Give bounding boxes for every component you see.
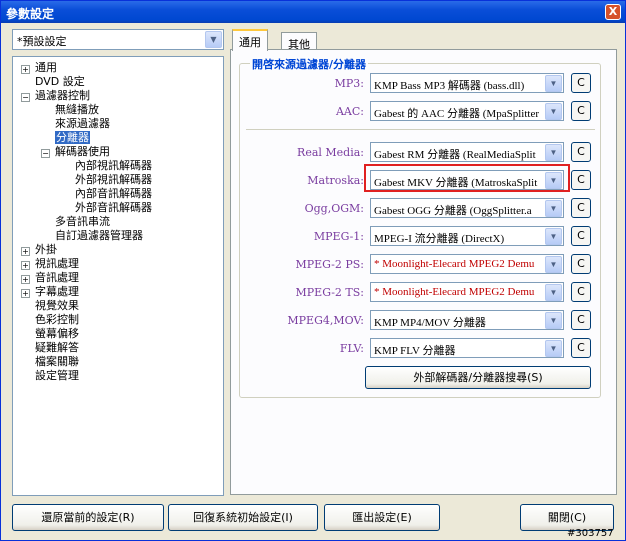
select-mpeg2ts[interactable]: * Moonlight-Elecard MPEG2 Demu ▼ — [370, 282, 564, 302]
expand-icon[interactable]: + — [21, 247, 30, 256]
select-flv[interactable]: KMP FLV 分離器 ▼ — [370, 338, 564, 358]
preferences-window: 參數設定 X *預設設定 ▼ + 通用 DVD 設定 − 過濾器控制 無縫播放 … — [0, 0, 626, 541]
select-mp4mov[interactable]: KMP MP4/MOV 分離器 ▼ — [370, 310, 564, 330]
label-mpeg1: MPEG-1: — [313, 230, 364, 243]
tree-item-custom-filter[interactable]: 自訂過濾器管理器 — [55, 229, 143, 242]
tree-item-dvd[interactable]: DVD 設定 — [35, 75, 85, 88]
config-button-realmedia[interactable]: C — [571, 142, 591, 162]
tree-item-splitter[interactable]: 分離器 — [55, 131, 90, 144]
expand-icon[interactable]: + — [21, 275, 30, 284]
highlight-box — [364, 164, 570, 192]
chevron-down-icon[interactable]: ▼ — [545, 75, 562, 92]
window-title: 參數設定 — [6, 7, 55, 21]
close-button[interactable]: 關閉(C) — [520, 504, 614, 531]
select-flv-value: KMP FLV 分離器 — [374, 345, 456, 357]
config-button-aac[interactable]: C — [571, 101, 591, 121]
title-bar[interactable]: 參數設定 X — [1, 1, 625, 23]
config-button-mpeg2ts[interactable]: C — [571, 282, 591, 302]
config-button-mp3[interactable]: C — [571, 73, 591, 93]
tree-item-external-audio[interactable]: 外部音訊解碼器 — [75, 201, 152, 214]
group-title: 開啓來源過濾器/分離器 — [250, 56, 369, 72]
chevron-down-icon[interactable]: ▼ — [545, 228, 562, 245]
tree-item-source-filter[interactable]: 來源過濾器 — [55, 117, 110, 130]
label-realmedia: Real Media: — [297, 146, 364, 159]
label-ogg: Ogg,OGM: — [304, 202, 364, 215]
tree-item-decoder-use[interactable]: 解碼器使用 — [55, 145, 110, 158]
tree-item-seamless[interactable]: 無縫播放 — [55, 103, 99, 116]
chevron-down-icon[interactable]: ▼ — [545, 312, 562, 329]
chevron-down-icon[interactable]: ▼ — [545, 284, 562, 301]
tree-item-settings-mgmt[interactable]: 設定管理 — [35, 369, 79, 382]
group-separator — [246, 129, 595, 130]
tree-item-multi-audio[interactable]: 多音訊串流 — [55, 215, 110, 228]
tree-item-color[interactable]: 色彩控制 — [35, 313, 79, 326]
config-button-mpeg1[interactable]: C — [571, 226, 591, 246]
tree-item-external-video[interactable]: 外部視訊解碼器 — [75, 173, 152, 186]
label-mp4mov: MPEG4,MOV: — [287, 314, 364, 327]
label-aac: AAC: — [335, 105, 364, 118]
reset-default-button[interactable]: 回復系統初始設定(I) — [168, 504, 318, 531]
label-mp3: MP3: — [334, 77, 364, 90]
config-button-mp4mov[interactable]: C — [571, 310, 591, 330]
expand-icon[interactable]: + — [21, 289, 30, 298]
restore-current-button[interactable]: 還原當前的設定(R) — [12, 504, 164, 531]
preset-value: *預設設定 — [17, 35, 67, 48]
tree-item-file-assoc[interactable]: 檔案關聯 — [35, 355, 79, 368]
label-mpeg2ps: MPEG-2 PS: — [295, 258, 364, 271]
config-button-ogg[interactable]: C — [571, 198, 591, 218]
label-matroska: Matroska: — [307, 174, 364, 187]
select-mpeg1-value: MPEG-I 流分離器 (DirectX) — [374, 233, 505, 245]
settings-tree[interactable]: + 通用 DVD 設定 − 過濾器控制 無縫播放 來源過濾器 分離器 − 解碼器… — [12, 56, 224, 496]
tree-item-internal-audio[interactable]: 內部音訊解碼器 — [75, 187, 152, 200]
preset-dropdown[interactable]: *預設設定 ▼ — [12, 29, 224, 50]
select-mpeg1[interactable]: MPEG-I 流分離器 (DirectX) ▼ — [370, 226, 564, 246]
collapse-icon[interactable]: − — [41, 149, 50, 158]
select-aac-value: Gabest 的 AAC 分離器 (MpaSplitter — [374, 108, 539, 120]
select-mp3[interactable]: KMP Bass MP3 解碼器 (bass.dll) ▼ — [370, 73, 564, 93]
tree-item-filter-control[interactable]: 過濾器控制 — [35, 89, 90, 102]
tree-item-audio[interactable]: 音訊處理 — [35, 271, 79, 284]
chevron-down-icon[interactable]: ▼ — [545, 200, 562, 217]
label-mpeg2ts: MPEG-2 TS: — [295, 286, 364, 299]
select-mpeg2ts-value: * Moonlight-Elecard MPEG2 Demu — [374, 286, 535, 298]
collapse-icon[interactable]: − — [21, 93, 30, 102]
tab-general[interactable]: 通用 — [232, 29, 268, 51]
tree-item-screen-offset[interactable]: 螢幕偏移 — [35, 327, 79, 340]
tree-item-visual-effects[interactable]: 視覺效果 — [35, 299, 79, 312]
select-mp4mov-value: KMP MP4/MOV 分離器 — [374, 317, 486, 329]
chevron-down-icon[interactable]: ▼ — [545, 144, 562, 161]
tree-item-troubleshoot[interactable]: 疑難解答 — [35, 341, 79, 354]
tree-item-plugins[interactable]: 外掛 — [35, 243, 57, 256]
tree-item-subtitle[interactable]: 字幕處理 — [35, 285, 79, 298]
select-mpeg2ps[interactable]: * Moonlight-Elecard MPEG2 Demu ▼ — [370, 254, 564, 274]
tree-item-video[interactable]: 視訊處理 — [35, 257, 79, 270]
chevron-down-icon[interactable]: ▼ — [205, 31, 222, 48]
select-mpeg2ps-value: * Moonlight-Elecard MPEG2 Demu — [374, 258, 535, 270]
select-aac[interactable]: Gabest 的 AAC 分離器 (MpaSplitter ▼ — [370, 101, 564, 121]
watermark-id: #303757 — [567, 528, 614, 539]
expand-icon[interactable]: + — [21, 65, 30, 74]
select-ogg-value: Gabest OGG 分離器 (OggSplitter.a — [374, 205, 532, 217]
select-realmedia-value: Gabest RM 分離器 (RealMediaSplit — [374, 149, 536, 161]
chevron-down-icon[interactable]: ▼ — [545, 103, 562, 120]
window-close-button[interactable]: X — [605, 4, 621, 20]
select-realmedia[interactable]: Gabest RM 分離器 (RealMediaSplit ▼ — [370, 142, 564, 162]
select-mp3-value: KMP Bass MP3 解碼器 (bass.dll) — [374, 80, 525, 92]
config-button-mpeg2ps[interactable]: C — [571, 254, 591, 274]
search-decoders-button[interactable]: 外部解碼器/分離器搜尋(S) — [365, 366, 591, 389]
expand-icon[interactable]: + — [21, 261, 30, 270]
export-settings-button[interactable]: 匯出設定(E) — [324, 504, 440, 531]
tree-item-internal-video[interactable]: 內部視訊解碼器 — [75, 159, 152, 172]
tree-item-general[interactable]: 通用 — [35, 61, 57, 74]
select-ogg[interactable]: Gabest OGG 分離器 (OggSplitter.a ▼ — [370, 198, 564, 218]
chevron-down-icon[interactable]: ▼ — [545, 340, 562, 357]
label-flv: FLV: — [339, 342, 364, 355]
config-button-flv[interactable]: C — [571, 338, 591, 358]
config-button-matroska[interactable]: C — [571, 170, 591, 190]
chevron-down-icon[interactable]: ▼ — [545, 256, 562, 273]
